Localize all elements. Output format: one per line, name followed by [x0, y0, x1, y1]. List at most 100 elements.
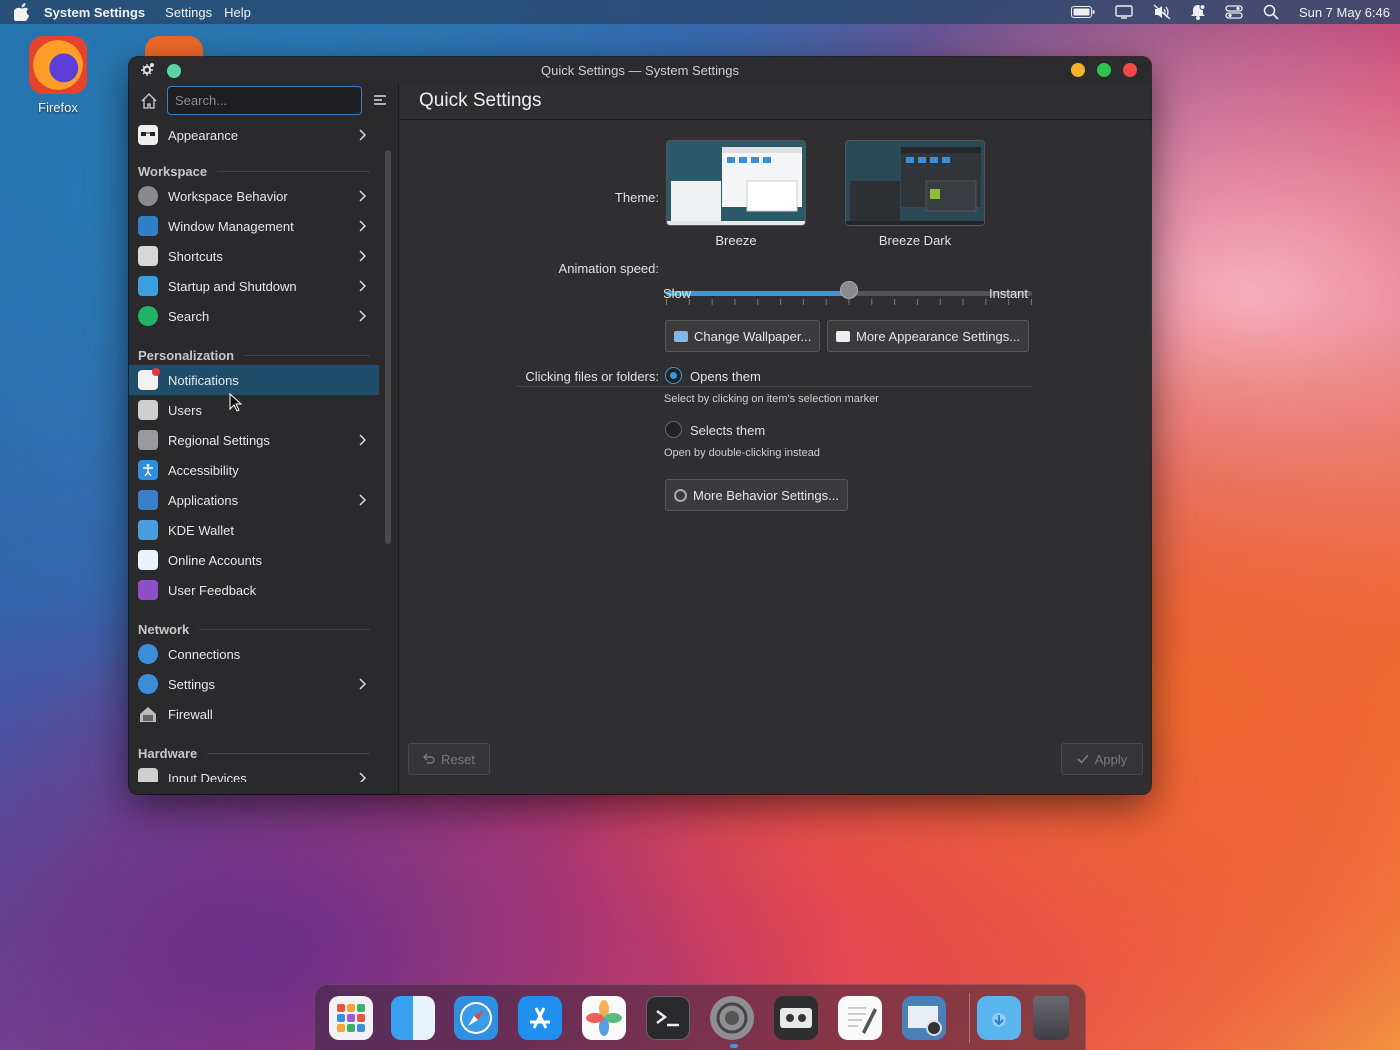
network-settings-icon [138, 674, 158, 694]
sidebar-item-label: Users [168, 402, 202, 418]
desktop-icon-firefox[interactable]: Firefox [18, 36, 98, 115]
sidebar-item-users[interactable]: Users [129, 395, 379, 425]
sidebar-item-label: Connections [168, 646, 241, 662]
sidebar-item-label: Settings [168, 676, 215, 692]
sidebar-item-kde-wallet[interactable]: KDE Wallet [129, 515, 379, 545]
sidebar-item-accessibility[interactable]: Accessibility [129, 455, 379, 485]
sidebar-item-search[interactable]: Search [129, 301, 379, 331]
slider-handle[interactable] [840, 281, 858, 299]
sidebar-item-label: Online Accounts [168, 552, 262, 568]
display-icon[interactable] [1115, 5, 1133, 19]
sidebar-item-connections[interactable]: Connections [129, 639, 379, 669]
system-settings-icon[interactable] [710, 996, 754, 1040]
menubar-app-name[interactable]: System Settings [44, 5, 145, 20]
slider-max-label: Instant [989, 286, 1029, 301]
search-icon[interactable] [1263, 4, 1279, 20]
app-store-icon[interactable] [518, 996, 562, 1040]
terminal-icon[interactable] [646, 996, 690, 1040]
battery-icon[interactable] [1070, 6, 1095, 18]
sidebar-header [129, 83, 399, 119]
regional-icon [138, 430, 158, 450]
sidebar-item-regional-settings[interactable]: Regional Settings [129, 425, 379, 455]
users-icon [138, 400, 158, 420]
sidebar-item-shortcuts[interactable]: Shortcuts [129, 241, 379, 271]
theme-thumb-breeze-dark[interactable] [845, 140, 985, 226]
slider-ticks [666, 299, 1032, 305]
theme-label: Theme: [614, 190, 659, 205]
radio-opens-them[interactable] [665, 367, 682, 384]
sidebar-item-notifications[interactable]: Notifications [129, 365, 379, 395]
wallpaper-icon [674, 330, 688, 342]
sidebar-item-input-devices[interactable]: Input Devices [129, 763, 379, 782]
section-hardware: Hardware [138, 743, 370, 763]
menubar-clock[interactable]: Sun 7 May 6:46 [1299, 5, 1390, 20]
firewall-icon [138, 704, 158, 724]
downloads-folder-icon[interactable] [977, 996, 1021, 1040]
sidebar-item-applications[interactable]: Applications [129, 485, 379, 515]
click-behavior-label: Clicking files or folders: [525, 369, 659, 384]
window-titlebar[interactable]: Quick Settings — System Settings [129, 57, 1151, 83]
more-behavior-settings-button[interactable]: More Behavior Settings... [665, 479, 848, 511]
reset-button[interactable]: Reset [408, 743, 490, 775]
finder-icon[interactable] [391, 996, 435, 1040]
apply-button[interactable]: Apply [1061, 743, 1143, 775]
slider-fill [666, 291, 849, 296]
undo-icon [423, 753, 435, 764]
desktop-icon-label: Firefox [38, 100, 78, 115]
cassette-icon[interactable] [774, 996, 818, 1040]
sidebar-item-window-management[interactable]: Window Management [129, 211, 379, 241]
chevron-right-icon [359, 250, 366, 262]
close-button[interactable] [1123, 63, 1137, 77]
desktop-icon-partial[interactable] [145, 36, 203, 58]
sidebar-item-online-accounts[interactable]: Online Accounts [129, 545, 379, 575]
photos-icon[interactable] [582, 996, 626, 1040]
maximize-button[interactable] [1097, 63, 1111, 77]
menu-settings[interactable]: Settings [165, 5, 212, 20]
chevron-right-icon [359, 310, 366, 322]
sidebar-scrollbar[interactable] [385, 150, 391, 544]
sidebar-item-firewall[interactable]: Firewall [129, 699, 379, 729]
change-wallpaper-button[interactable]: Change Wallpaper... [665, 320, 821, 352]
apple-icon[interactable] [14, 3, 32, 21]
safari-icon[interactable] [454, 996, 498, 1040]
sidebar-item-user-feedback[interactable]: User Feedback [129, 575, 379, 605]
menu-bar: System Settings Settings Help Sun 7 May … [0, 0, 1400, 24]
trash-icon[interactable] [1033, 996, 1069, 1040]
sidebar-item-workspace-behavior[interactable]: Workspace Behavior [129, 181, 379, 211]
radio-selects-them[interactable] [665, 421, 682, 438]
pin-dot-icon[interactable] [167, 63, 181, 78]
more-appearance-settings-button[interactable]: More Appearance Settings... [827, 320, 1030, 352]
appearance-icon [138, 125, 158, 145]
theme-thumb-breeze[interactable] [666, 140, 806, 226]
sidebar-item-label: KDE Wallet [168, 522, 234, 538]
sidebar-list: Appearance Workspace Workspace Behavior … [129, 120, 379, 782]
volume-muted-icon[interactable] [1153, 4, 1171, 20]
chevron-right-icon [359, 678, 366, 690]
chevron-right-icon [359, 220, 366, 232]
radio-selects-label[interactable]: Selects them [690, 423, 765, 438]
bell-icon[interactable] [1190, 4, 1205, 20]
app-gear-icon[interactable] [141, 62, 155, 79]
sidebar: Appearance Workspace Workspace Behavior … [129, 83, 399, 794]
home-icon[interactable] [140, 92, 158, 110]
section-personalization: Personalization [138, 345, 370, 365]
cloud-icon [138, 550, 158, 570]
sidebar-item-network-settings[interactable]: Settings [129, 669, 379, 699]
startup-icon [138, 276, 158, 296]
search-icon [138, 306, 158, 326]
window-management-icon [138, 216, 158, 236]
minimize-button[interactable] [1071, 63, 1085, 77]
sidebar-item-startup-shutdown[interactable]: Startup and Shutdown [129, 271, 379, 301]
theme-caption-breeze-dark: Breeze Dark [878, 233, 952, 248]
radio-opens-label[interactable]: Opens them [690, 369, 761, 384]
control-center-icon[interactable] [1225, 5, 1243, 19]
text-editor-icon[interactable] [838, 996, 882, 1040]
launchpad-icon[interactable] [329, 996, 373, 1040]
hamburger-menu-icon[interactable] [373, 93, 387, 107]
preview-icon[interactable] [902, 996, 946, 1040]
sidebar-item-appearance[interactable]: Appearance [129, 120, 379, 150]
menu-help[interactable]: Help [224, 5, 251, 20]
chevron-right-icon [359, 772, 366, 782]
search-input[interactable] [167, 86, 362, 115]
divider [517, 386, 1032, 387]
